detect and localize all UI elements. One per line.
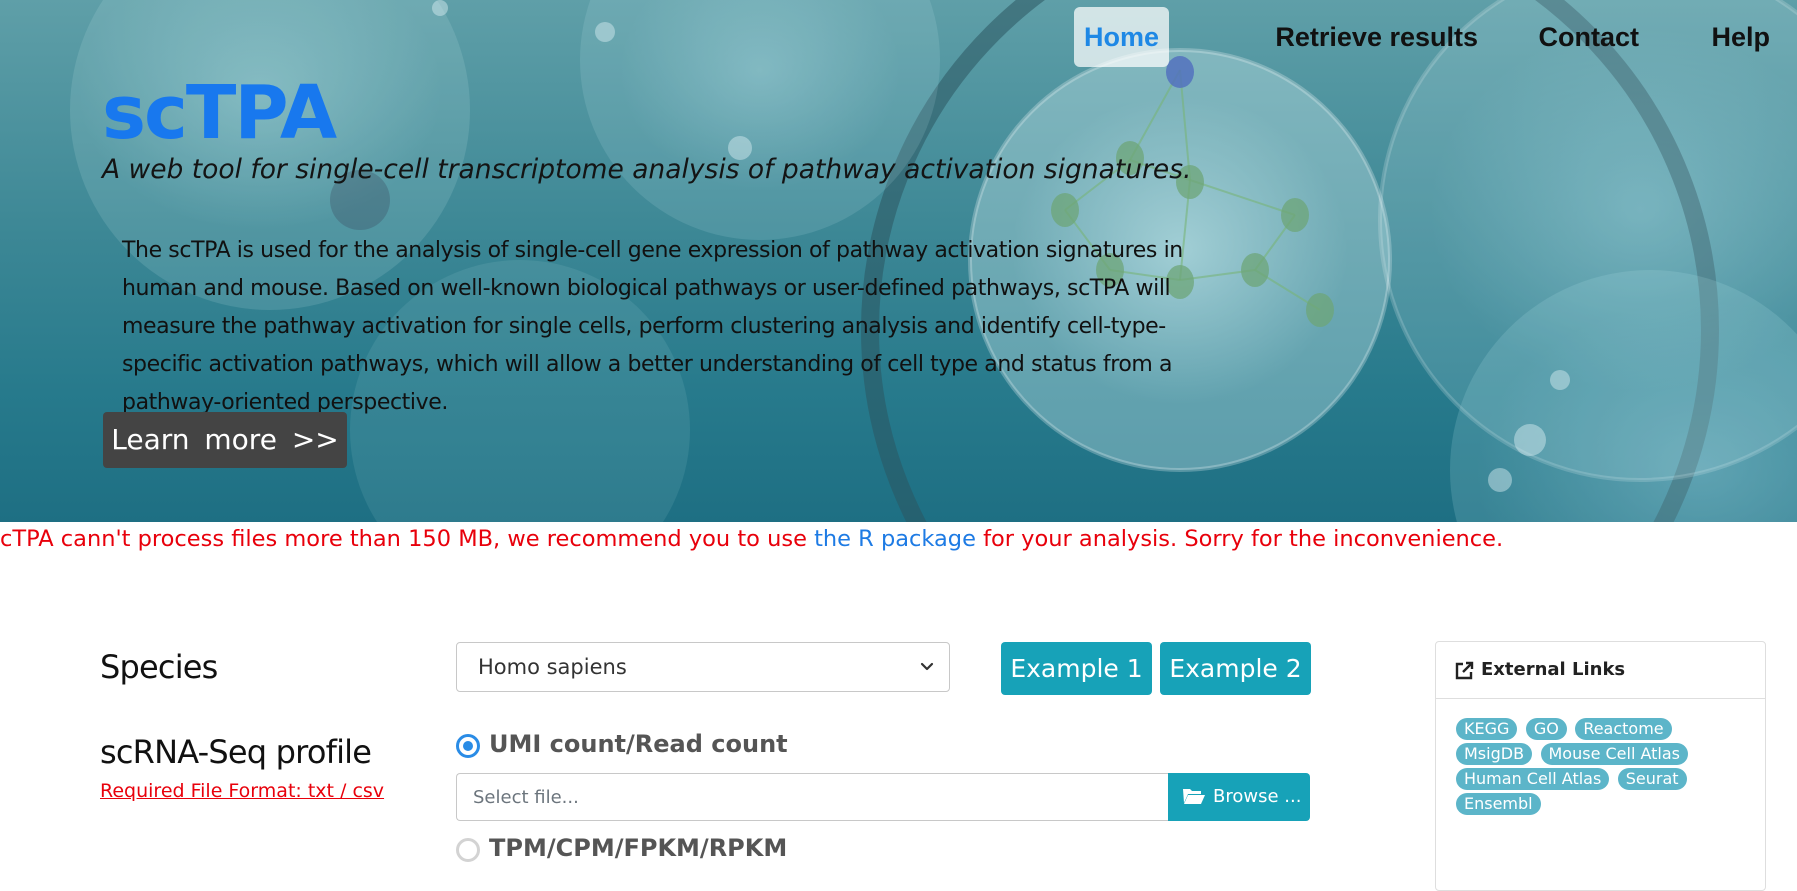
radio-umi-label: UMI count/Read count <box>489 730 788 758</box>
link-mouse-cell-atlas[interactable]: Mouse Cell Atlas <box>1540 743 1689 765</box>
example-2-button[interactable]: Example 2 <box>1160 642 1311 695</box>
file-input-placeholder: Select file... <box>473 787 579 808</box>
nav-help[interactable]: Help <box>1701 7 1780 67</box>
nav-home[interactable]: Home <box>1073 7 1169 67</box>
radio-selected-icon[interactable] <box>456 734 480 758</box>
browse-button[interactable]: Browse ... <box>1168 773 1310 821</box>
radio-unselected-icon[interactable] <box>456 838 480 862</box>
warning-text-after: for your analysis. Sorry for the inconve… <box>975 526 1504 552</box>
external-links-list: KEGG GO Reactome MsigDB Mouse Cell Atlas… <box>1456 718 1756 818</box>
radio-tpm-label: TPM/CPM/FPKM/RPKM <box>489 834 788 862</box>
external-links-card: External Links KEGG GO Reactome MsigDB M… <box>1435 641 1766 891</box>
link-seurat[interactable]: Seurat <box>1617 768 1687 790</box>
link-go[interactable]: GO <box>1525 718 1567 740</box>
external-links-header: External Links <box>1436 642 1765 699</box>
learn-more-button[interactable]: Learn more >> <box>103 412 347 468</box>
hero-description: The scTPA is used for the analysis of si… <box>122 238 1183 415</box>
link-human-cell-atlas[interactable]: Human Cell Atlas <box>1456 768 1610 790</box>
file-input[interactable]: Select file... <box>456 773 1168 821</box>
folder-open-icon <box>1182 786 1206 811</box>
browse-label: Browse ... <box>1213 786 1302 807</box>
link-kegg[interactable]: KEGG <box>1456 718 1518 740</box>
r-package-link[interactable]: the R package <box>814 526 976 552</box>
species-select[interactable]: Homo sapiens <box>456 642 950 692</box>
brand-title: scTPA <box>102 70 337 156</box>
brand-tagline: A web tool for single-cell transcriptome… <box>102 154 1192 185</box>
external-link-icon <box>1454 661 1474 686</box>
example-1-button[interactable]: Example 1 <box>1001 642 1152 695</box>
file-size-warning: cTPA cann't process files more than 150 … <box>0 526 1503 552</box>
scrna-seq-profile-label: scRNA-Seq profile <box>100 733 372 771</box>
species-selected-value: Homo sapiens <box>478 655 627 679</box>
hero-banner: Home Retrieve results Contact Help scTPA… <box>0 0 1797 522</box>
link-ensembl[interactable]: Ensembl <box>1456 793 1541 815</box>
nav-retrieve-results[interactable]: Retrieve results <box>1265 7 1488 67</box>
species-label: Species <box>100 648 218 686</box>
link-reactome[interactable]: Reactome <box>1575 718 1672 740</box>
required-format-link[interactable]: Required File Format: txt / csv <box>100 780 384 802</box>
chevron-down-icon <box>919 657 935 682</box>
external-links-title: External Links <box>1481 659 1626 680</box>
link-msigdb[interactable]: MsigDB <box>1456 743 1533 765</box>
warning-text-before: cTPA cann't process files more than 150 … <box>0 526 815 552</box>
nav-contact[interactable]: Contact <box>1529 7 1650 67</box>
